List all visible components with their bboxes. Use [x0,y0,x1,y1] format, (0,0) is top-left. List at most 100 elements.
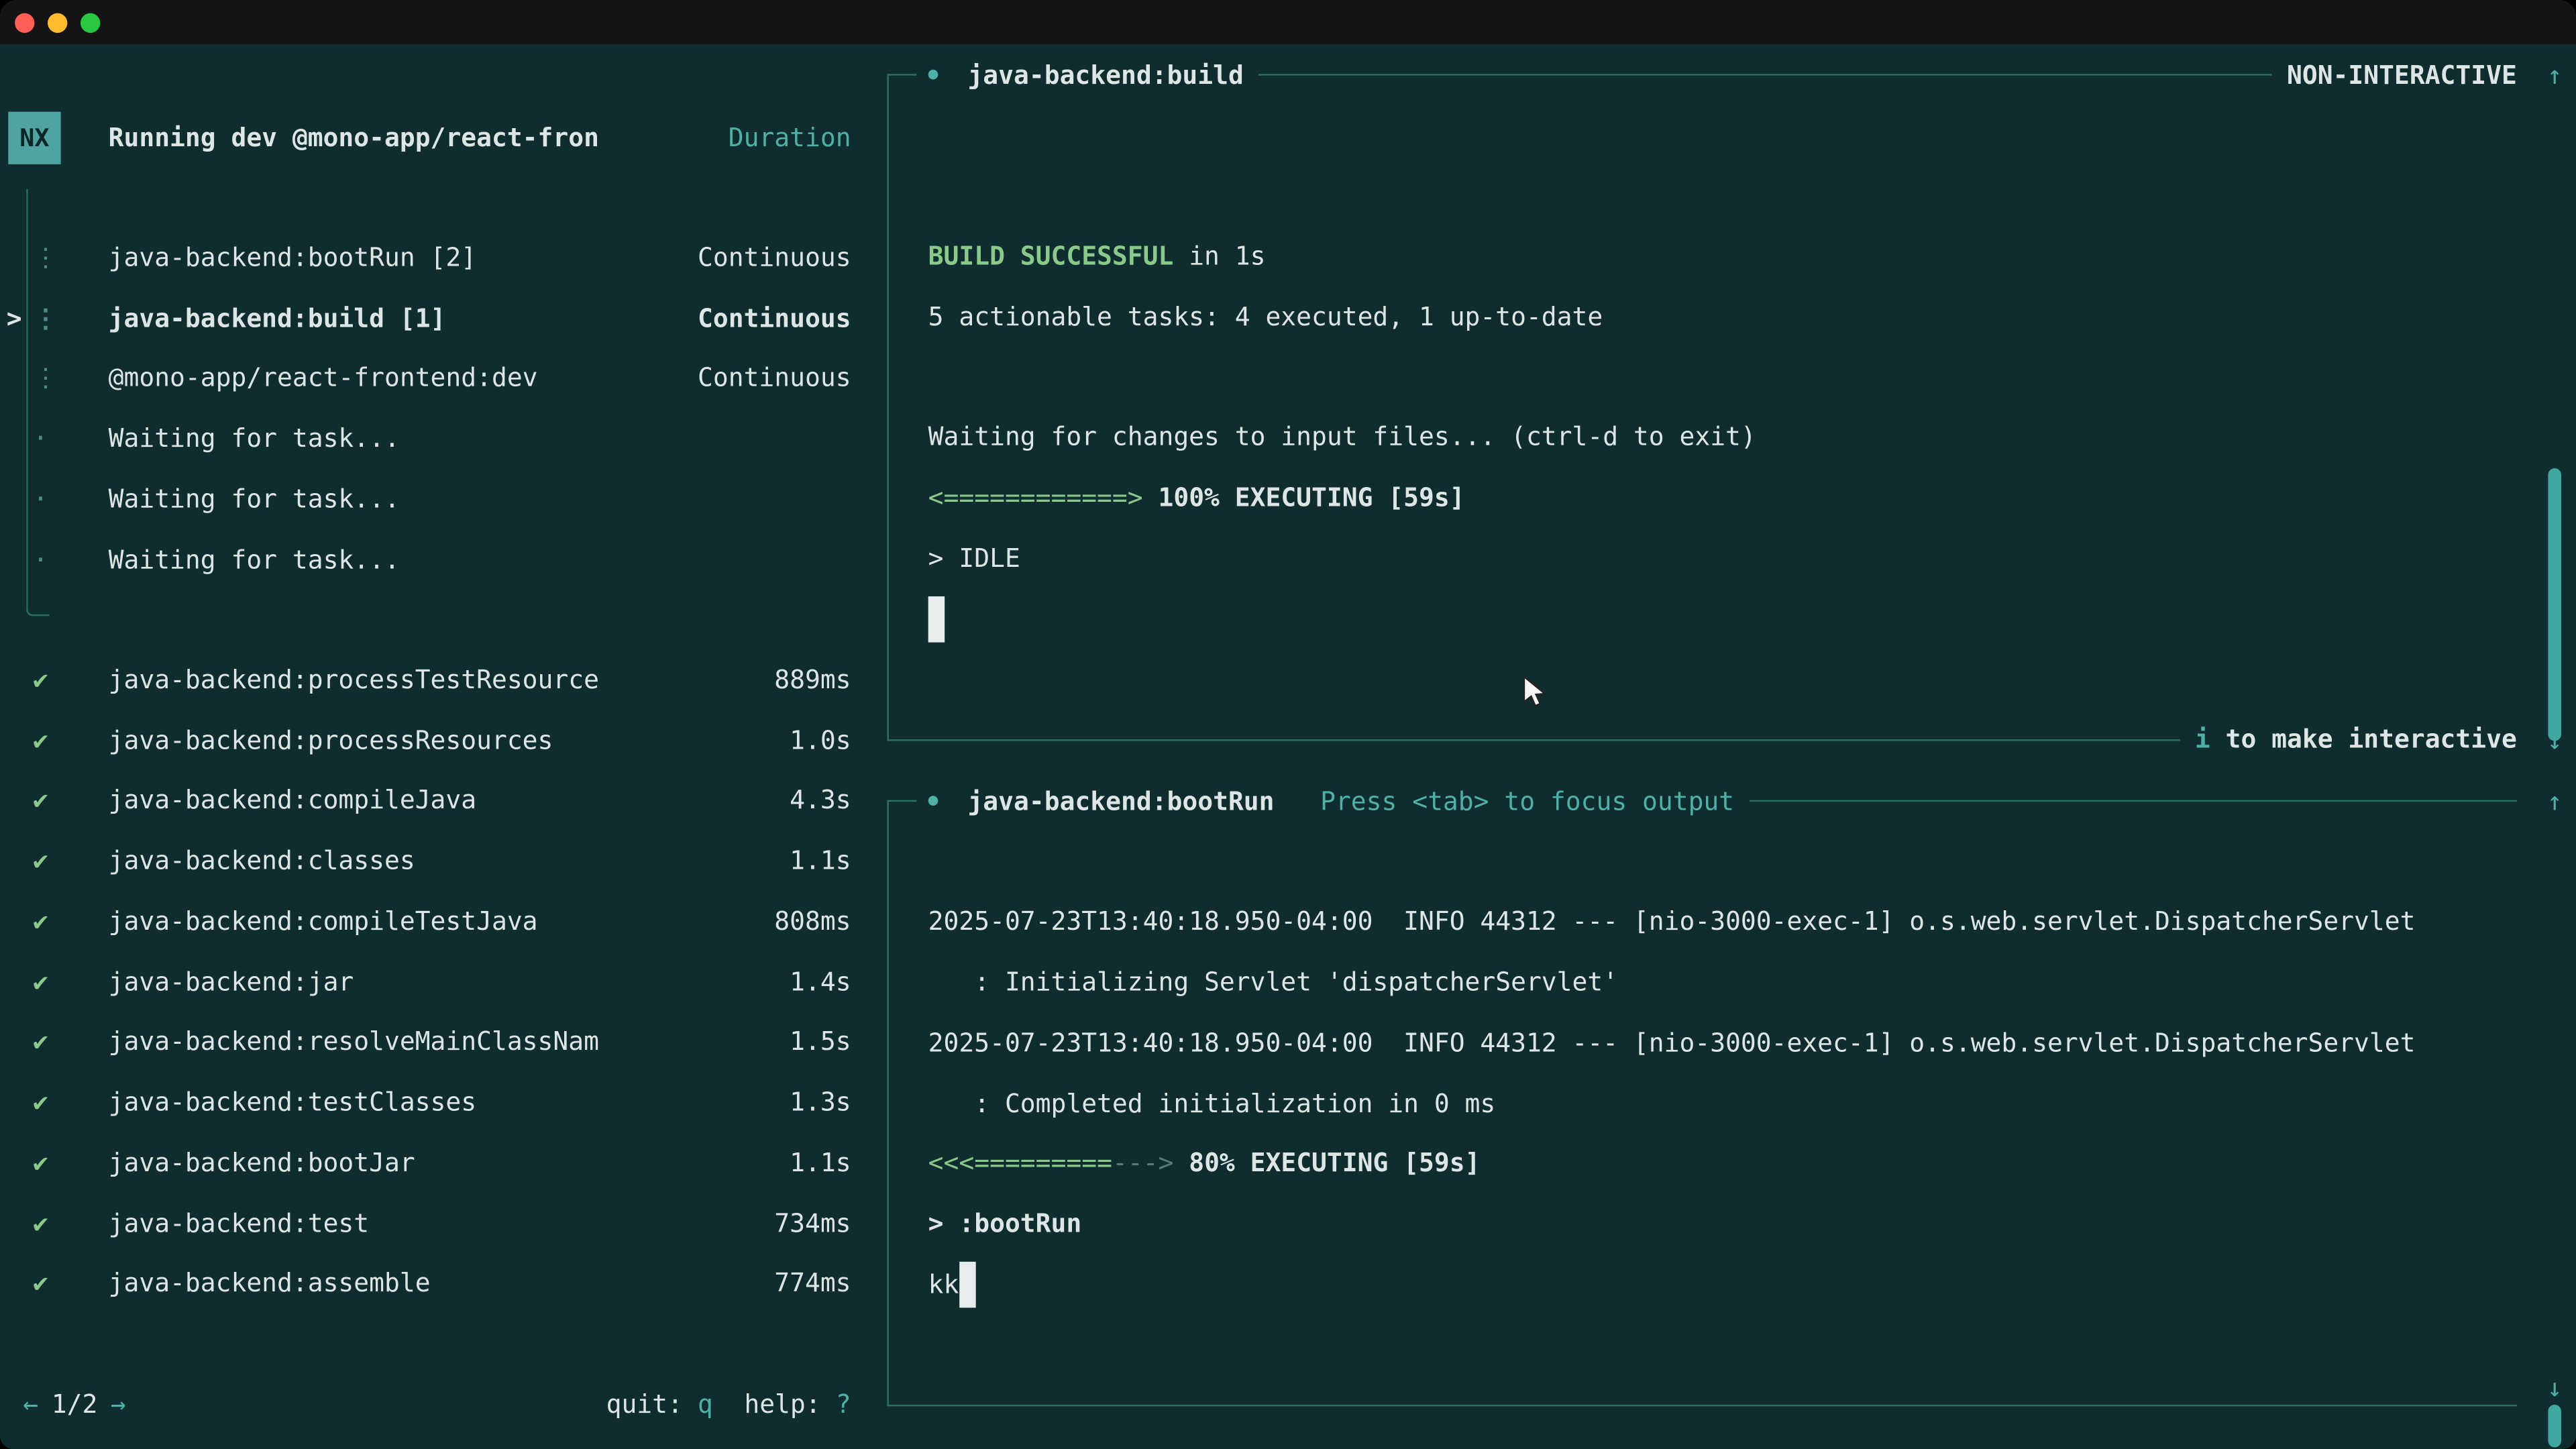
task-name: java-backend:compileJava [109,786,790,816]
help-key[interactable]: ? [836,1390,851,1419]
task-marker-icon: ⋮ [28,364,54,393]
terminal-line: : Completed initialization in 0 ms [887,1073,2516,1134]
completed-task-row[interactable]: ✔ java-backend:testClasses 1.3s [0,1073,887,1133]
task-name: java-backend:test [109,1209,775,1238]
panel-title: java-backend:bootRun [967,787,1274,816]
task-name: java-backend:processResources [109,726,790,755]
task-duration: 1.0s [790,726,851,755]
mode-label: NON-INTERACTIVE [2287,61,2517,91]
task-status: Continuous [698,243,851,272]
check-icon: ✔ [28,847,54,876]
check-icon: ✔ [28,726,54,755]
terminal-line [887,649,2516,710]
task-row[interactable]: ⋮ @mono-app/react-frontend:dev Continuou… [0,348,887,409]
task-name: java-backend:compileTestJava [109,907,775,936]
panel-left-border [887,801,888,1405]
task-sidebar: NX Running dev @mono-app/react-fron Dura… [0,44,887,1449]
task-name: java-backend:resolveMainClassNam [109,1028,790,1057]
status-bullet-icon: ● [928,793,948,811]
quit-key[interactable]: q [698,1390,713,1419]
task-name: java-backend:jar [109,967,790,997]
task-row[interactable]: · Waiting for task... [0,409,887,469]
task-name: java-backend:assemble [109,1269,775,1299]
task-marker-icon: ⋮ [28,303,54,333]
terminal-window: NX Running dev @mono-app/react-fron Dura… [0,0,2576,1449]
bootrun-terminal-output: 2025-07-23T13:40:18.950-04:00 INFO 44312… [887,832,2516,1375]
completed-task-row[interactable]: ✔ java-backend:test 734ms [0,1193,887,1254]
check-icon: ✔ [28,907,54,936]
completed-task-row[interactable]: ✔ java-backend:jar 1.4s [0,952,887,1012]
quit-label: quit: [606,1390,683,1419]
zoom-window-button[interactable] [80,12,100,32]
check-icon: ✔ [28,967,54,997]
task-name: @mono-app/react-frontend:dev [109,364,698,393]
close-window-button[interactable] [15,12,34,32]
task-duration: 1.3s [790,1088,851,1118]
completed-task-row[interactable]: ✔ java-backend:processTestResource 889ms [0,650,887,710]
task-name: java-backend:build [1] [109,303,698,333]
terminal-line: Waiting for changes to input files... (c… [887,408,2516,468]
task-duration: 889ms [774,665,851,695]
terminal-line: <<<=========---> 80% EXECUTING [59s] [887,1134,2516,1194]
scrollbar-thumb[interactable] [2548,468,2561,741]
sidebar-footer: ← 1/2 → quit: q help: ? [0,1375,887,1436]
build-terminal-output: BUILD SUCCESSFUL in 1s5 actionable tasks… [887,106,2516,710]
check-icon: ✔ [28,665,54,695]
terminal-line [887,166,2516,227]
task-duration: 1.4s [790,967,851,997]
completed-task-row[interactable]: ✔ java-backend:compileJava 4.3s [0,771,887,831]
task-name: java-backend:classes [109,847,790,876]
terminal-line [887,589,2516,649]
completed-task-row[interactable]: ✔ java-backend:compileTestJava 808ms [0,892,887,952]
next-page-arrow[interactable]: → [111,1390,126,1419]
terminal-line: 2025-07-23T13:40:18.950-04:00 INFO 44312… [887,892,2516,953]
traffic-lights [15,12,100,32]
task-name: java-backend:processTestResource [109,665,775,695]
check-icon: ✔ [28,786,54,816]
panel-footer [887,1375,2516,1436]
duration-column-header: Duration [729,123,851,153]
task-name: Waiting for task... [109,545,851,574]
scroll-up-icon[interactable]: ↑ [2536,771,2573,833]
completed-task-row[interactable]: ✔ java-backend:resolveMainClassNam 1.5s [0,1012,887,1073]
check-icon: ✔ [28,1209,54,1238]
minimize-window-button[interactable] [48,12,67,32]
task-duration: 1.5s [790,1028,851,1057]
page-indicator: 1/2 [52,1390,98,1419]
mouse-cursor [1518,674,1554,710]
check-icon: ✔ [28,1148,54,1178]
task-duration: 734ms [774,1209,851,1238]
completed-task-row[interactable]: ✔ java-backend:processResources 1.0s [0,710,887,771]
task-row[interactable]: · Waiting for task... [0,469,887,529]
task-row[interactable]: > ⋮ java-backend:build [1] Continuous [0,288,887,348]
task-duration: 774ms [774,1269,851,1299]
task-marker-icon: · [28,484,54,514]
panel-header: ● java-backend:build NON-INTERACTIVE [887,46,2516,106]
prev-page-arrow[interactable]: ← [23,1390,38,1419]
task-row[interactable]: · Waiting for task... [0,529,887,590]
task-duration: 4.3s [790,786,851,816]
terminal-line: BUILD SUCCESSFUL in 1s [887,227,2516,287]
task-duration: 808ms [774,907,851,936]
terminal-line [887,1315,2516,1375]
task-marker-icon: ⋮ [28,243,54,272]
build-output-panel: ● java-backend:build NON-INTERACTIVE BUI… [887,46,2516,770]
nx-tui: NX Running dev @mono-app/react-fron Dura… [0,44,2576,1449]
interactive-hint-key: i [2195,725,2210,755]
scrollbar-thumb[interactable] [2548,1405,2561,1448]
status-bullet-icon: ● [928,66,948,85]
sidebar-title: Running dev @mono-app/react-fron [109,123,729,153]
terminal-line: 5 actionable tasks: 4 executed, 1 up-to-… [887,287,2516,347]
terminal-line [887,832,2516,892]
completed-task-row[interactable]: ✔ java-backend:classes 1.1s [0,831,887,892]
terminal-line [887,106,2516,166]
terminal-cursor [959,1262,975,1308]
task-status: Continuous [698,364,851,393]
panel-title: java-backend:build [967,61,1243,91]
selected-arrow-icon: > [0,303,28,333]
completed-task-row[interactable]: ✔ java-backend:assemble 774ms [0,1254,887,1314]
task-row[interactable]: ⋮ java-backend:bootRun [2] Continuous [0,227,887,288]
scroll-up-icon[interactable]: ↑ [2536,46,2573,107]
panel-footer: i to make interactive [887,710,2516,770]
completed-task-row[interactable]: ✔ java-backend:bootJar 1.1s [0,1133,887,1193]
